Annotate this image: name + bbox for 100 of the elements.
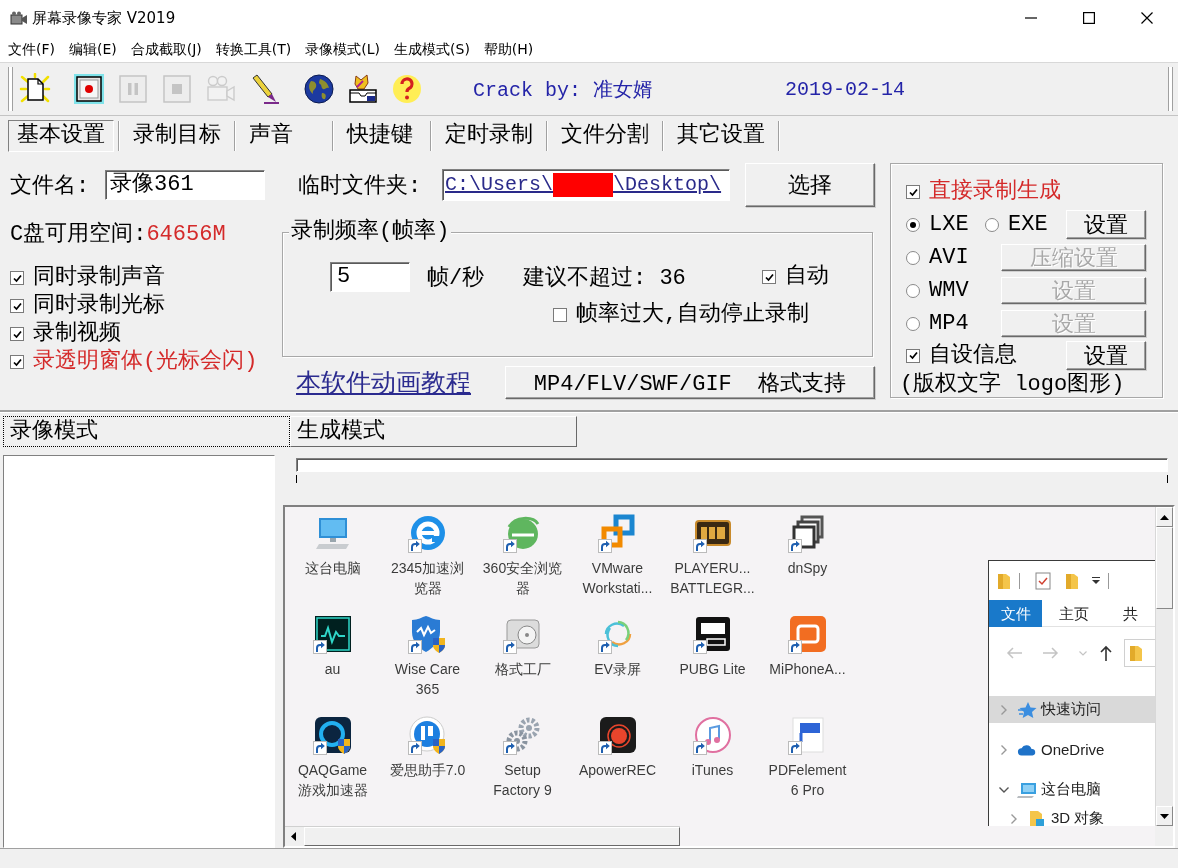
- desktop-icon-label: QAQGame 游戏加速器: [296, 761, 369, 800]
- desktop-icon-label: ApowerREC: [578, 761, 657, 780]
- checkbox-label: 录制视频: [33, 321, 121, 347]
- desktop-icon-label: 爱思助手7.0: [388, 761, 467, 780]
- tree-item[interactable]: OneDrive: [989, 736, 1155, 763]
- desktop-icon-label: PUBG Lite: [678, 660, 747, 679]
- tree-item[interactable]: 这台电脑: [989, 776, 1155, 803]
- path-field[interactable]: C:\Users\ \Desktop\: [442, 168, 730, 201]
- hint-text: 建议不超过: 36: [523, 266, 686, 291]
- camera-icon: [10, 11, 28, 25]
- tab[interactable]: 快捷键: [338, 119, 426, 152]
- record-icon[interactable]: [73, 73, 105, 105]
- credit-text: Crack by: 准女婿: [473, 78, 654, 102]
- note-text: (版权文字 logo图形): [900, 371, 1126, 399]
- checkbox-label: 录透明窗体(光标会闪): [33, 349, 258, 375]
- checkbox-label: 自设信息: [929, 342, 1017, 369]
- vertical-scrollbar[interactable]: [1155, 507, 1173, 826]
- close-icon[interactable]: [1141, 12, 1153, 24]
- checklist-icon[interactable]: [1035, 571, 1051, 590]
- menu-item[interactable]: 帮助(H): [476, 39, 541, 59]
- radio-button[interactable]: [985, 217, 999, 232]
- checkbox-label: 帧率过大,自动停止录制: [576, 302, 810, 328]
- tab[interactable]: 声音: [240, 119, 328, 152]
- checkbox[interactable]: [553, 308, 567, 322]
- tutorial-link[interactable]: 本软件动画教程: [296, 366, 471, 399]
- menu-item[interactable]: 合成截取(J): [123, 39, 209, 59]
- date-text: 2019-02-14: [785, 77, 906, 101]
- chevron-right-icon[interactable]: [1001, 744, 1007, 755]
- checkbox[interactable]: [762, 270, 776, 284]
- radio-button[interactable]: [906, 283, 920, 298]
- desktop-icon-label: MiPhoneA...: [768, 660, 847, 679]
- radio-button[interactable]: [906, 316, 920, 331]
- checkbox[interactable]: [906, 348, 920, 363]
- chevron-right-icon[interactable]: [1011, 813, 1017, 824]
- desktop-icon-label: EV录屏: [593, 660, 642, 679]
- checkbox[interactable]: [10, 271, 24, 285]
- caret-down-icon: [1160, 813, 1169, 819]
- checkbox[interactable]: [10, 327, 24, 341]
- menu-item[interactable]: 录像模式(L): [298, 39, 388, 59]
- checkbox-label: 同时录制声音: [33, 265, 165, 291]
- desktop-icon-label: 格式工厂: [493, 660, 552, 679]
- tab[interactable]: 定时录制: [436, 119, 542, 152]
- tab[interactable]: 其它设置: [668, 119, 774, 152]
- ribbon-tab[interactable]: 共: [1106, 599, 1155, 627]
- menu-item[interactable]: 文件(F): [1, 39, 62, 59]
- new-file-icon[interactable]: [19, 73, 51, 105]
- tray-icon[interactable]: [347, 73, 379, 105]
- menu-item[interactable]: 生成模式(S): [387, 39, 477, 59]
- radio-label: WMV: [929, 278, 969, 303]
- window-title: 屏幕录像专家 V2019: [32, 8, 177, 28]
- desktop-icon-label: iTunes: [690, 761, 735, 780]
- tree-item[interactable]: 快速访问: [989, 696, 1155, 723]
- help-icon[interactable]: [391, 73, 423, 105]
- maximize-icon[interactable]: [1083, 12, 1095, 24]
- desktop-icon-label: 2345加速浏览器: [389, 559, 466, 598]
- scrollbar-thumb[interactable]: [1156, 527, 1173, 609]
- globe-icon[interactable]: [303, 73, 335, 105]
- tick-mark: [296, 475, 297, 483]
- desktop-icon-label: VMware Workstati...: [581, 559, 654, 598]
- checkbox[interactable]: [10, 355, 24, 369]
- menu-item[interactable]: 转换工具(T): [208, 39, 299, 59]
- folder-icon: [1027, 809, 1047, 826]
- slider-track[interactable]: [296, 458, 1168, 472]
- tab[interactable]: 录制目标: [124, 119, 230, 152]
- desktop-icon-label: PLAYERU... BATTLEGR...: [669, 559, 756, 598]
- disk-space-text: C盘可用空间:64656M: [10, 222, 227, 248]
- file-name-field[interactable]: 录像361: [105, 169, 265, 200]
- checkbox[interactable]: [10, 299, 24, 313]
- temp-folder-label: 临时文件夹:: [298, 172, 423, 200]
- tree-item[interactable]: 3D 对象: [989, 805, 1155, 826]
- caret-up-icon: [1160, 514, 1169, 520]
- desktop-icon-label: au: [323, 660, 342, 679]
- ribbon-tab[interactable]: 文件: [989, 599, 1042, 627]
- radio-label: AVI: [929, 245, 969, 270]
- menu-item[interactable]: 编辑(E): [62, 39, 124, 59]
- unit-label: 帧/秒: [427, 266, 485, 291]
- radio-button[interactable]: [906, 250, 920, 265]
- frame-rate-field[interactable]: 5: [330, 262, 410, 292]
- tab[interactable]: 文件分割: [552, 119, 658, 152]
- checkbox-label: 同时录制光标: [33, 293, 165, 319]
- radio-button[interactable]: [906, 217, 920, 232]
- ribbon-tab[interactable]: 主页: [1042, 599, 1106, 627]
- tab[interactable]: 基本设置: [8, 119, 114, 152]
- checkbox[interactable]: [906, 185, 920, 199]
- settings-button[interactable]: 设置: [1066, 341, 1146, 370]
- radio-label: EXE: [1008, 212, 1048, 237]
- computer-icon: [1017, 780, 1037, 799]
- dropdown-icon[interactable]: [1092, 577, 1100, 584]
- star-icon: [1017, 700, 1037, 719]
- settings-button[interactable]: 设置: [1066, 210, 1146, 239]
- scroll-down-button[interactable]: [1156, 806, 1173, 826]
- desktop-icon-label: 360安全浏览器: [481, 559, 564, 598]
- caret-left-icon: [291, 832, 296, 841]
- choose-button[interactable]: 选择: [745, 162, 875, 207]
- format-support-button[interactable]: MP4/FLV/SWF/GIF 格式支持: [505, 366, 875, 399]
- up-arrow-icon[interactable]: [1100, 645, 1112, 661]
- scroll-up-button[interactable]: [1156, 507, 1173, 527]
- mode-tab[interactable]: 生成模式: [290, 416, 577, 447]
- chevron-down-icon[interactable]: [999, 786, 1009, 793]
- mode-tab[interactable]: 录像模式: [3, 416, 290, 447]
